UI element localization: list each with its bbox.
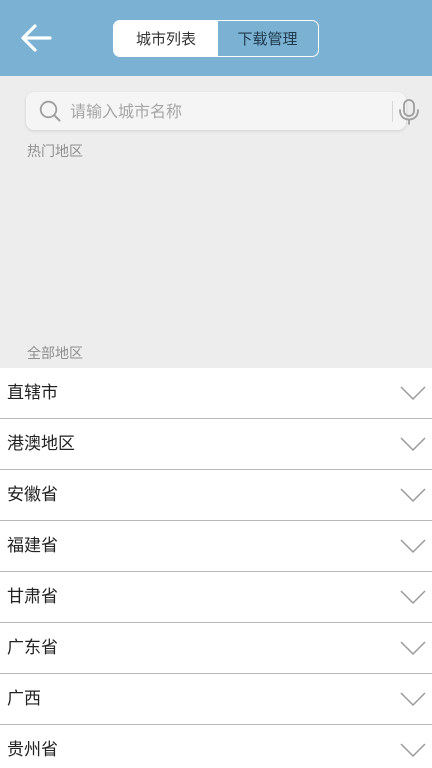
- list-item[interactable]: 贵州省: [0, 725, 432, 768]
- hot-regions-label: 热门地区: [27, 144, 83, 160]
- chevron-down-icon: [400, 488, 426, 503]
- region-list: 直辖市 港澳地区 安徽省 福建省 甘肃省 广东省 广西 贵州省: [0, 368, 432, 768]
- list-item[interactable]: 直辖市: [0, 368, 432, 419]
- all-regions-label: 全部地区: [27, 346, 83, 362]
- chevron-down-icon: [400, 590, 426, 605]
- list-item[interactable]: 广西: [0, 674, 432, 725]
- segmented-control: 城市列表 下载管理: [113, 20, 319, 57]
- chevron-down-icon: [400, 437, 426, 452]
- search-input[interactable]: [70, 97, 340, 125]
- back-button[interactable]: [14, 18, 58, 58]
- region-label: 甘肃省: [7, 587, 58, 607]
- tab-download-manager[interactable]: 下载管理: [218, 21, 317, 56]
- chevron-down-icon: [400, 386, 426, 401]
- arrow-left-icon: [21, 24, 52, 52]
- list-item[interactable]: 港澳地区: [0, 419, 432, 470]
- chevron-down-icon: [400, 539, 426, 554]
- search-divider: [392, 101, 393, 122]
- search-area: 热门地区 全部地区: [0, 76, 432, 368]
- chevron-down-icon: [400, 743, 426, 758]
- region-label: 港澳地区: [7, 434, 75, 454]
- region-label: 贵州省: [7, 740, 58, 760]
- list-item[interactable]: 甘肃省: [0, 572, 432, 623]
- tab-city-list[interactable]: 城市列表: [114, 21, 218, 56]
- region-label: 安徽省: [7, 485, 58, 505]
- region-label: 广西: [7, 689, 41, 709]
- microphone-icon[interactable]: [396, 98, 422, 126]
- search-box: [26, 92, 419, 130]
- header-bar: 城市列表 下载管理: [0, 0, 432, 76]
- region-label: 福建省: [7, 536, 58, 556]
- list-item[interactable]: 福建省: [0, 521, 432, 572]
- city-list-screen: 城市列表 下载管理 热门地区 全部地区 直辖市 港澳地区: [0, 0, 432, 768]
- chevron-down-icon: [400, 641, 426, 656]
- region-label: 直辖市: [7, 383, 58, 403]
- region-label: 广东省: [7, 638, 58, 658]
- chevron-down-icon: [400, 692, 426, 707]
- search-icon: [39, 100, 61, 122]
- list-item[interactable]: 广东省: [0, 623, 432, 674]
- list-item[interactable]: 安徽省: [0, 470, 432, 521]
